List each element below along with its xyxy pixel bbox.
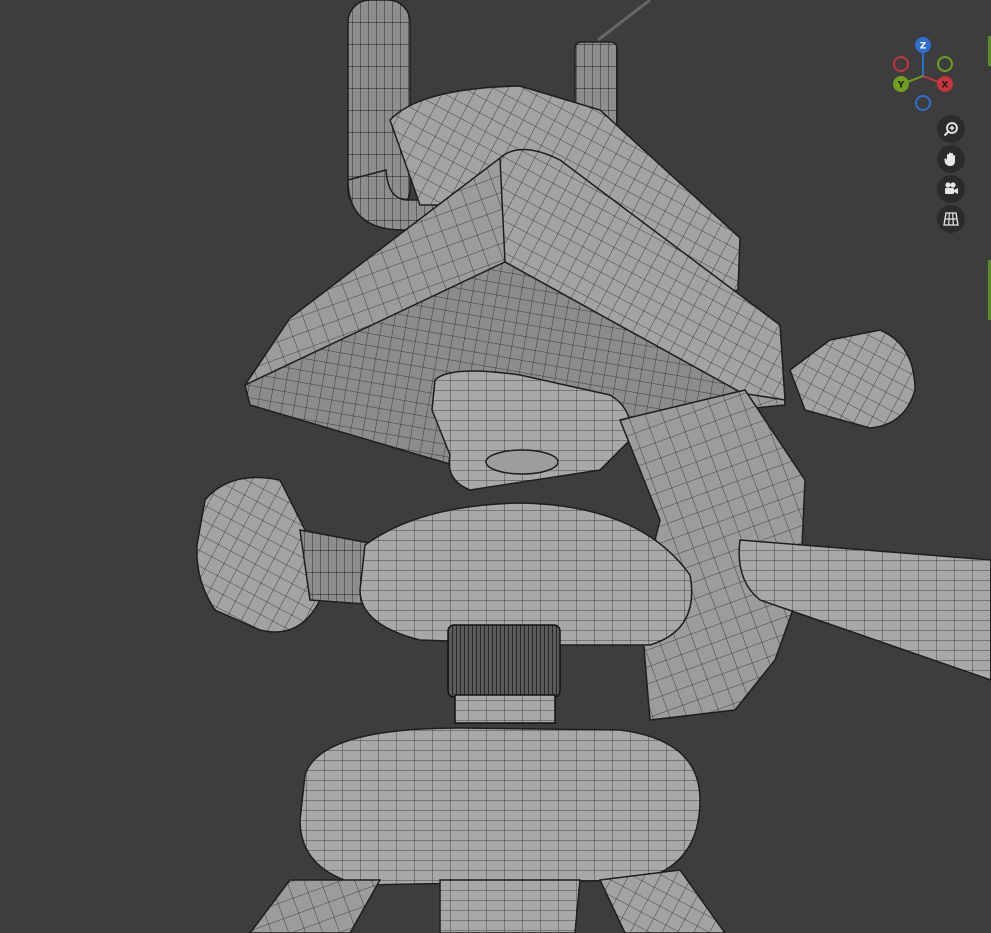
orthographic-toggle-button[interactable] (937, 205, 965, 233)
pan-button[interactable] (937, 145, 965, 173)
z-negative-handle[interactable] (915, 95, 931, 111)
camera-icon (945, 182, 958, 194)
zoom-button[interactable] (937, 115, 965, 143)
navigation-gizmo[interactable]: Z Y X (884, 34, 964, 114)
y-axis-label: Y (897, 81, 905, 91)
camera-view-button[interactable] (937, 175, 965, 203)
knurled-ring (447, 624, 561, 724)
y-negative-handle[interactable] (937, 56, 953, 72)
leg-hub (249, 727, 726, 933)
x-negative-handle[interactable] (893, 56, 909, 72)
hand-icon (944, 152, 955, 166)
3d-viewport[interactable]: Z Y X (0, 0, 991, 933)
z-axis-label: Z (920, 42, 927, 52)
tripod-head-model (196, 0, 991, 933)
grid-icon (943, 212, 959, 226)
magnifier-plus-icon (943, 122, 958, 137)
x-axis-label: X (942, 81, 949, 91)
left-knob (196, 476, 381, 633)
